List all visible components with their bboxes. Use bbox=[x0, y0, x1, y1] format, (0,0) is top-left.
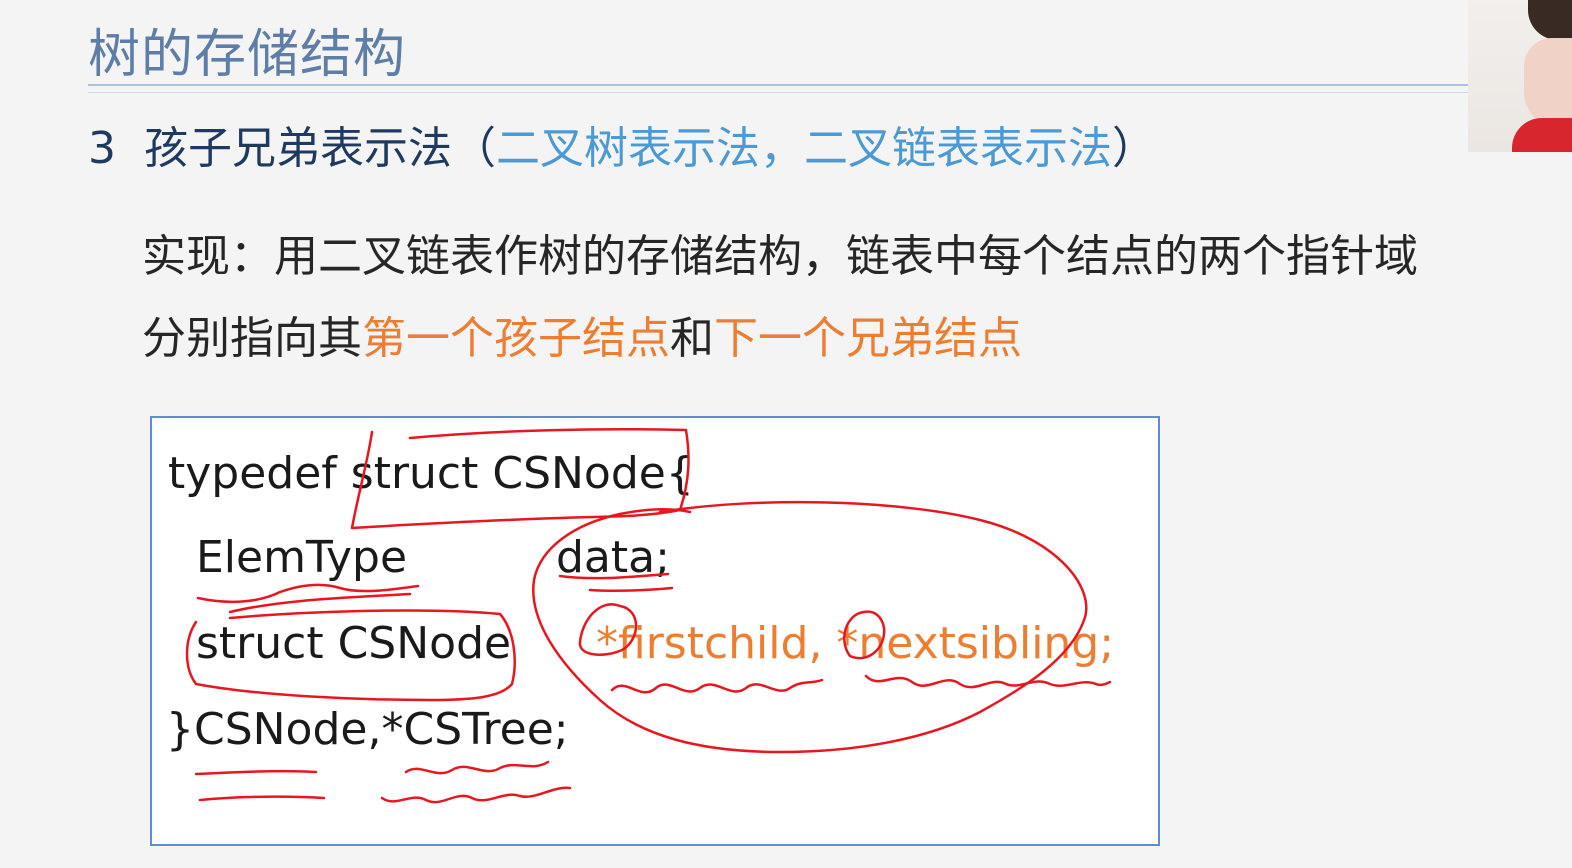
first-child-term: 第一个孩子结点 bbox=[362, 313, 670, 364]
presenter-shirt bbox=[1512, 118, 1572, 152]
pointer-fields-text: *firstchild, *nextsibling; bbox=[596, 618, 1115, 669]
paragraph-line-1: 实现：用二叉链表作树的存储结构，链表中每个结点的两个指针域 bbox=[142, 231, 1418, 282]
code-line-typedef: typedef struct CSNode{ bbox=[168, 448, 694, 499]
slide-title: 树的存储结构 bbox=[88, 25, 407, 85]
next-sibling-term: 下一个兄弟结点 bbox=[714, 313, 1022, 364]
paragraph-prefix: 分别指向其 bbox=[142, 313, 362, 364]
section-number: 3 bbox=[88, 123, 116, 174]
paragraph-and: 和 bbox=[670, 313, 714, 364]
presenter-hair bbox=[1528, 0, 1572, 40]
code-line-pointer-fields: *firstchild, *nextsibling; bbox=[596, 618, 1114, 669]
code-line-data-field: data; bbox=[556, 532, 670, 583]
title-divider bbox=[88, 84, 1468, 86]
section-heading: 3 孩子兄弟表示法（二叉树表示法，二叉链表表示法） bbox=[88, 112, 1156, 176]
section-text: 孩子兄弟表示法（ bbox=[144, 123, 496, 174]
code-line-closing: }CSNode,*CSTree; bbox=[166, 704, 569, 755]
presenter-face bbox=[1524, 38, 1572, 128]
presenter-video-thumbnail bbox=[1468, 0, 1572, 152]
paragraph-line-2: 分别指向其第一个孩子结点和下一个兄弟结点 bbox=[142, 302, 1022, 366]
section-highlight: 二叉树表示法，二叉链表表示法 bbox=[496, 123, 1112, 174]
section-close: ） bbox=[1112, 123, 1156, 174]
code-line-elemtype: ElemType bbox=[196, 532, 408, 583]
code-line-struct-csnode: struct CSNode bbox=[196, 618, 512, 669]
title-divider-thin bbox=[88, 92, 1468, 93]
code-block: typedef struct CSNode{ ElemType data; st… bbox=[150, 416, 1160, 846]
